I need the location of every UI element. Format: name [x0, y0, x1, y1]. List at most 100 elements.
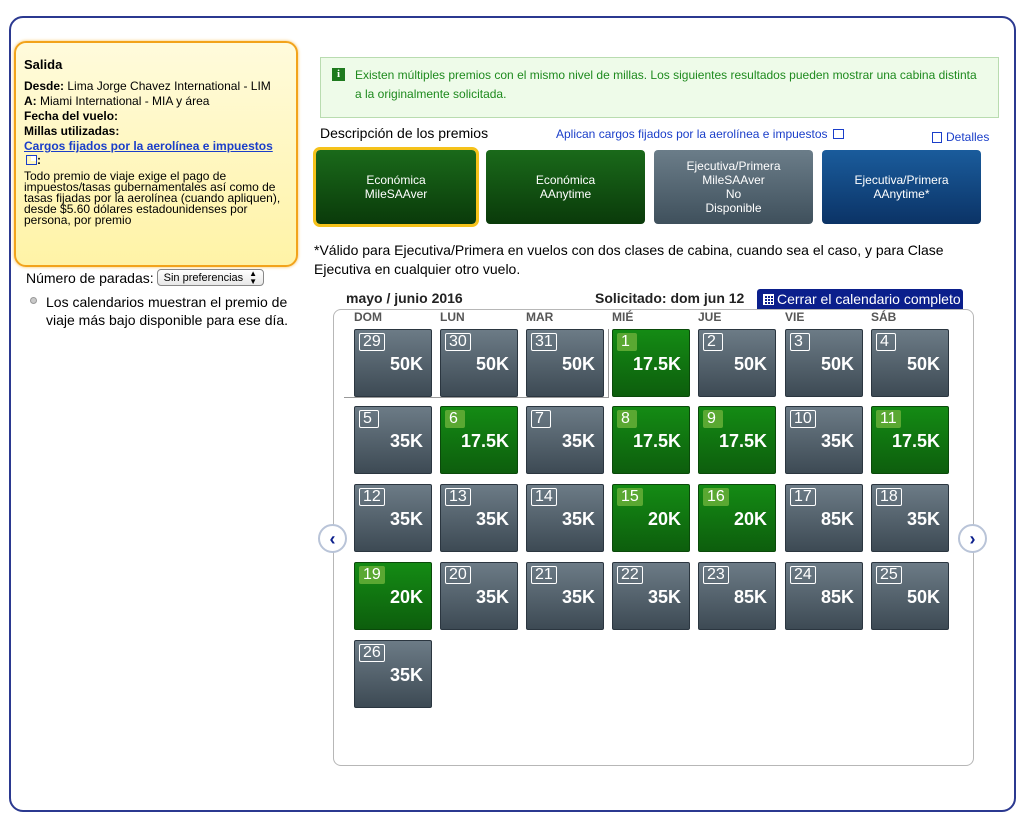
- tab-business-aanytime[interactable]: Ejecutiva/Primera AAnytime*: [822, 150, 981, 224]
- day-number: 16: [703, 488, 729, 506]
- calendar-day-cell[interactable]: 29 50K: [354, 329, 432, 397]
- calendar-day-cell[interactable]: 19 20K: [354, 562, 432, 630]
- day-miles: 50K: [475, 354, 509, 374]
- day-number: 8: [617, 410, 637, 428]
- previous-month-divider: [344, 397, 608, 398]
- fees-link[interactable]: Cargos fijados por la aerolínea e impues…: [24, 139, 273, 153]
- stops-label: Número de paradas:: [26, 269, 154, 286]
- external-link-icon[interactable]: [832, 129, 844, 139]
- calendar-day-cell[interactable]: 25 50K: [871, 562, 949, 630]
- prev-week-button[interactable]: ‹: [318, 524, 347, 553]
- day-number: 4: [876, 333, 896, 351]
- calendar-day-cell[interactable]: 13 35K: [440, 484, 518, 552]
- day-miles: 50K: [733, 354, 767, 374]
- day-number: 22: [617, 566, 643, 584]
- calendar-note: Los calendarios muestran el premio de vi…: [30, 293, 295, 329]
- bullet-icon: [30, 297, 37, 304]
- calendar-grid-icon: [763, 293, 774, 305]
- day-number: 2: [703, 333, 723, 351]
- day-number: 6: [445, 410, 465, 428]
- day-number: 12: [359, 488, 385, 506]
- calendar-day-cell[interactable]: 4 50K: [871, 329, 949, 397]
- calendar-day-cell[interactable]: 17 85K: [785, 484, 863, 552]
- tab-business-milesaaver[interactable]: Ejecutiva/Primera MileSAAver No Disponib…: [654, 150, 813, 224]
- details-text[interactable]: Detalles: [946, 130, 989, 144]
- calendar-day-cell[interactable]: 22 35K: [612, 562, 690, 630]
- day-miles: 35K: [389, 665, 423, 685]
- fees-row: Cargos fijados por la aerolínea e impues…: [24, 139, 288, 167]
- day-number: 17: [790, 488, 816, 506]
- details-link[interactable]: Detalles: [932, 130, 989, 144]
- next-week-button[interactable]: ›: [958, 524, 987, 553]
- day-number: 25: [876, 566, 902, 584]
- day-miles: 20K: [733, 509, 767, 529]
- day-miles: 50K: [561, 354, 595, 374]
- day-number: 29: [359, 333, 385, 351]
- calendar-day-cell[interactable]: 15 20K: [612, 484, 690, 552]
- calendar-day-cell[interactable]: 5 35K: [354, 406, 432, 474]
- tab-line: AAnytime*: [873, 187, 930, 201]
- to-value: Miami International - MIA y área: [40, 94, 210, 108]
- day-miles: 85K: [733, 587, 767, 607]
- calendar-day-cell[interactable]: 21 35K: [526, 562, 604, 630]
- calendar-day-cell[interactable]: 30 50K: [440, 329, 518, 397]
- day-number: 3: [790, 333, 810, 351]
- calendar-day-cell[interactable]: 2 50K: [698, 329, 776, 397]
- day-number: 14: [531, 488, 557, 506]
- external-link-icon[interactable]: [26, 155, 37, 165]
- tab-line: Económica: [366, 173, 426, 187]
- day-miles: 35K: [561, 587, 595, 607]
- calendar-day-cell[interactable]: 24 85K: [785, 562, 863, 630]
- day-of-week-label: DOM: [354, 310, 382, 324]
- calendar-day-cell[interactable]: 9 17.5K: [698, 406, 776, 474]
- day-number: 11: [876, 410, 901, 428]
- day-number: 30: [445, 333, 471, 351]
- stops-select[interactable]: Sin preferencias ▲ ▼: [156, 269, 265, 286]
- footnote: *Válido para Ejecutiva/Primera en vuelos…: [314, 242, 944, 277]
- from-label: Desde:: [24, 79, 65, 93]
- calendar-day-cell[interactable]: 3 50K: [785, 329, 863, 397]
- calendar-day-cell[interactable]: 20 35K: [440, 562, 518, 630]
- day-miles: 35K: [561, 431, 595, 451]
- day-miles: 35K: [389, 431, 423, 451]
- miles-used-label: Millas utilizadas:: [24, 124, 120, 138]
- tab-line: MileSAAver: [702, 173, 765, 187]
- day-number: 5: [359, 410, 379, 428]
- day-of-week-label: MAR: [526, 310, 554, 324]
- stops-selected-value: Sin preferencias: [163, 271, 244, 284]
- calendar-day-cell[interactable]: 11 17.5K: [871, 406, 949, 474]
- calendar-day-cell[interactable]: 14 35K: [526, 484, 604, 552]
- calendar-month: mayo / junio 2016: [346, 290, 463, 306]
- tab-economy-milesaaver[interactable]: Económica MileSAAver: [313, 147, 479, 227]
- calendar-day-cell[interactable]: 18 35K: [871, 484, 949, 552]
- calendar-day-cell[interactable]: 7 35K: [526, 406, 604, 474]
- day-miles: 35K: [647, 587, 681, 607]
- day-number: 24: [790, 566, 816, 584]
- day-miles: 35K: [561, 509, 595, 529]
- tab-line: Ejecutiva/Primera: [854, 173, 949, 187]
- requested-date: Solicitado: dom jun 12: [595, 290, 745, 306]
- awards-fees-text[interactable]: Aplican cargos fijados por la aerolínea …: [556, 127, 828, 141]
- calendar-day-cell[interactable]: 23 85K: [698, 562, 776, 630]
- tab-economy-aanytime[interactable]: Económica AAnytime: [486, 150, 645, 224]
- day-number: 10: [790, 410, 816, 428]
- day-number: 7: [531, 410, 551, 428]
- calendar-day-cell[interactable]: 16 20K: [698, 484, 776, 552]
- day-miles: 85K: [820, 587, 854, 607]
- stops-filter: Número de paradas: Sin preferencias ▲ ▼: [26, 269, 265, 286]
- calendar-day-cell[interactable]: 31 50K: [526, 329, 604, 397]
- awards-fees-link[interactable]: Aplican cargos fijados por la aerolínea …: [556, 127, 844, 141]
- calendar-day-cell[interactable]: 1 17.5K: [612, 329, 690, 397]
- day-number: 21: [531, 566, 557, 584]
- tab-line: Ejecutiva/Primera: [686, 159, 781, 173]
- calendar-day-cell[interactable]: 6 17.5K: [440, 406, 518, 474]
- day-miles: 35K: [389, 509, 423, 529]
- day-miles: 17.5K: [718, 431, 767, 451]
- calendar-day-cell[interactable]: 26 35K: [354, 640, 432, 708]
- day-number: 26: [359, 644, 385, 662]
- close-calendar-button[interactable]: Cerrar el calendario completo: [757, 289, 963, 309]
- calendar-day-cell[interactable]: 12 35K: [354, 484, 432, 552]
- calendar-day-cell[interactable]: 10 35K: [785, 406, 863, 474]
- calendar-day-cell[interactable]: 8 17.5K: [612, 406, 690, 474]
- tab-line: Económica: [535, 173, 596, 187]
